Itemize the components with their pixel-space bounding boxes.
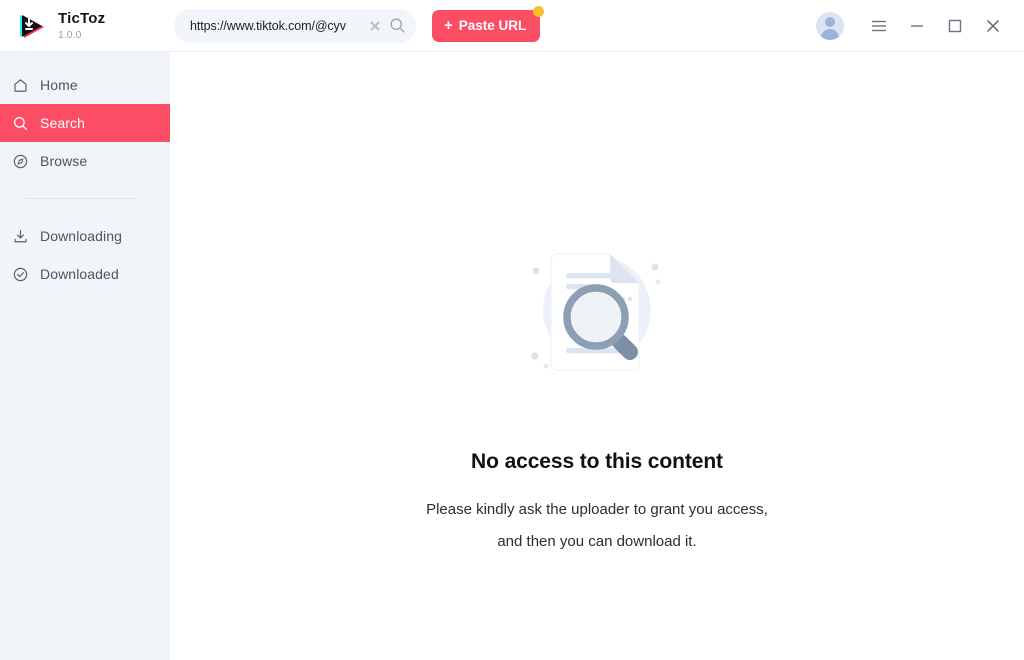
plus-icon: + [444, 17, 453, 34]
hamburger-menu-icon[interactable] [862, 9, 896, 43]
sidebar-item-downloading[interactable]: Downloading [0, 217, 170, 255]
home-icon [12, 77, 38, 94]
paste-url-label: Paste URL [458, 18, 527, 33]
sidebar-item-home[interactable]: Home [0, 66, 170, 104]
titlebar: TicToz 1.0.0 https://www.tiktok.com/@cyv… [0, 0, 1024, 52]
empty-state: No access to this content Please kindly … [170, 52, 1024, 660]
search-icon[interactable] [384, 17, 410, 34]
app-window: TicToz 1.0.0 https://www.tiktok.com/@cyv… [0, 0, 1024, 660]
download-icon [12, 228, 38, 245]
app-body: Home Search Browse Downloading Downloade… [0, 52, 1024, 660]
sidebar-item-downloaded[interactable]: Downloaded [0, 255, 170, 293]
paste-url-button[interactable]: + Paste URL [432, 5, 545, 42]
avatar[interactable] [816, 11, 844, 40]
url-input-wrapper[interactable]: https://www.tiktok.com/@cyv [174, 8, 416, 43]
window-controls [816, 9, 1024, 43]
minimize-icon[interactable] [900, 9, 934, 43]
sidebar-item-label: Downloading [40, 228, 123, 244]
clear-url-icon[interactable] [366, 17, 384, 35]
sidebar-divider [26, 198, 136, 199]
compass-icon [12, 153, 38, 170]
notification-badge-icon [533, 5, 545, 17]
empty-state-description: Please kindly ask the uploader to grant … [426, 494, 768, 558]
brand: TicToz 1.0.0 [0, 9, 170, 43]
sidebar-item-browse[interactable]: Browse [0, 142, 170, 180]
sidebar-item-search[interactable]: Search [0, 104, 170, 142]
sidebar-item-label: Search [40, 115, 85, 131]
check-circle-icon [12, 266, 38, 283]
sidebar-item-label: Home [40, 77, 78, 93]
document-search-illustration-icon [522, 244, 672, 384]
close-icon[interactable] [976, 9, 1010, 43]
page-title: No access to this content [471, 450, 723, 473]
url-input[interactable]: https://www.tiktok.com/@cyv [190, 9, 366, 43]
sidebar: Home Search Browse Downloading Downloade… [0, 52, 170, 660]
description-line-2: and then you can download it. [497, 533, 697, 550]
app-title: TicToz [58, 9, 106, 27]
sidebar-item-label: Browse [40, 153, 88, 169]
sidebar-item-label: Downloaded [40, 266, 119, 282]
maximize-icon[interactable] [938, 9, 972, 43]
app-logo-icon [14, 9, 48, 43]
search-icon [12, 115, 38, 132]
app-version: 1.0.0 [58, 28, 82, 41]
description-line-1: Please kindly ask the uploader to grant … [426, 501, 768, 518]
